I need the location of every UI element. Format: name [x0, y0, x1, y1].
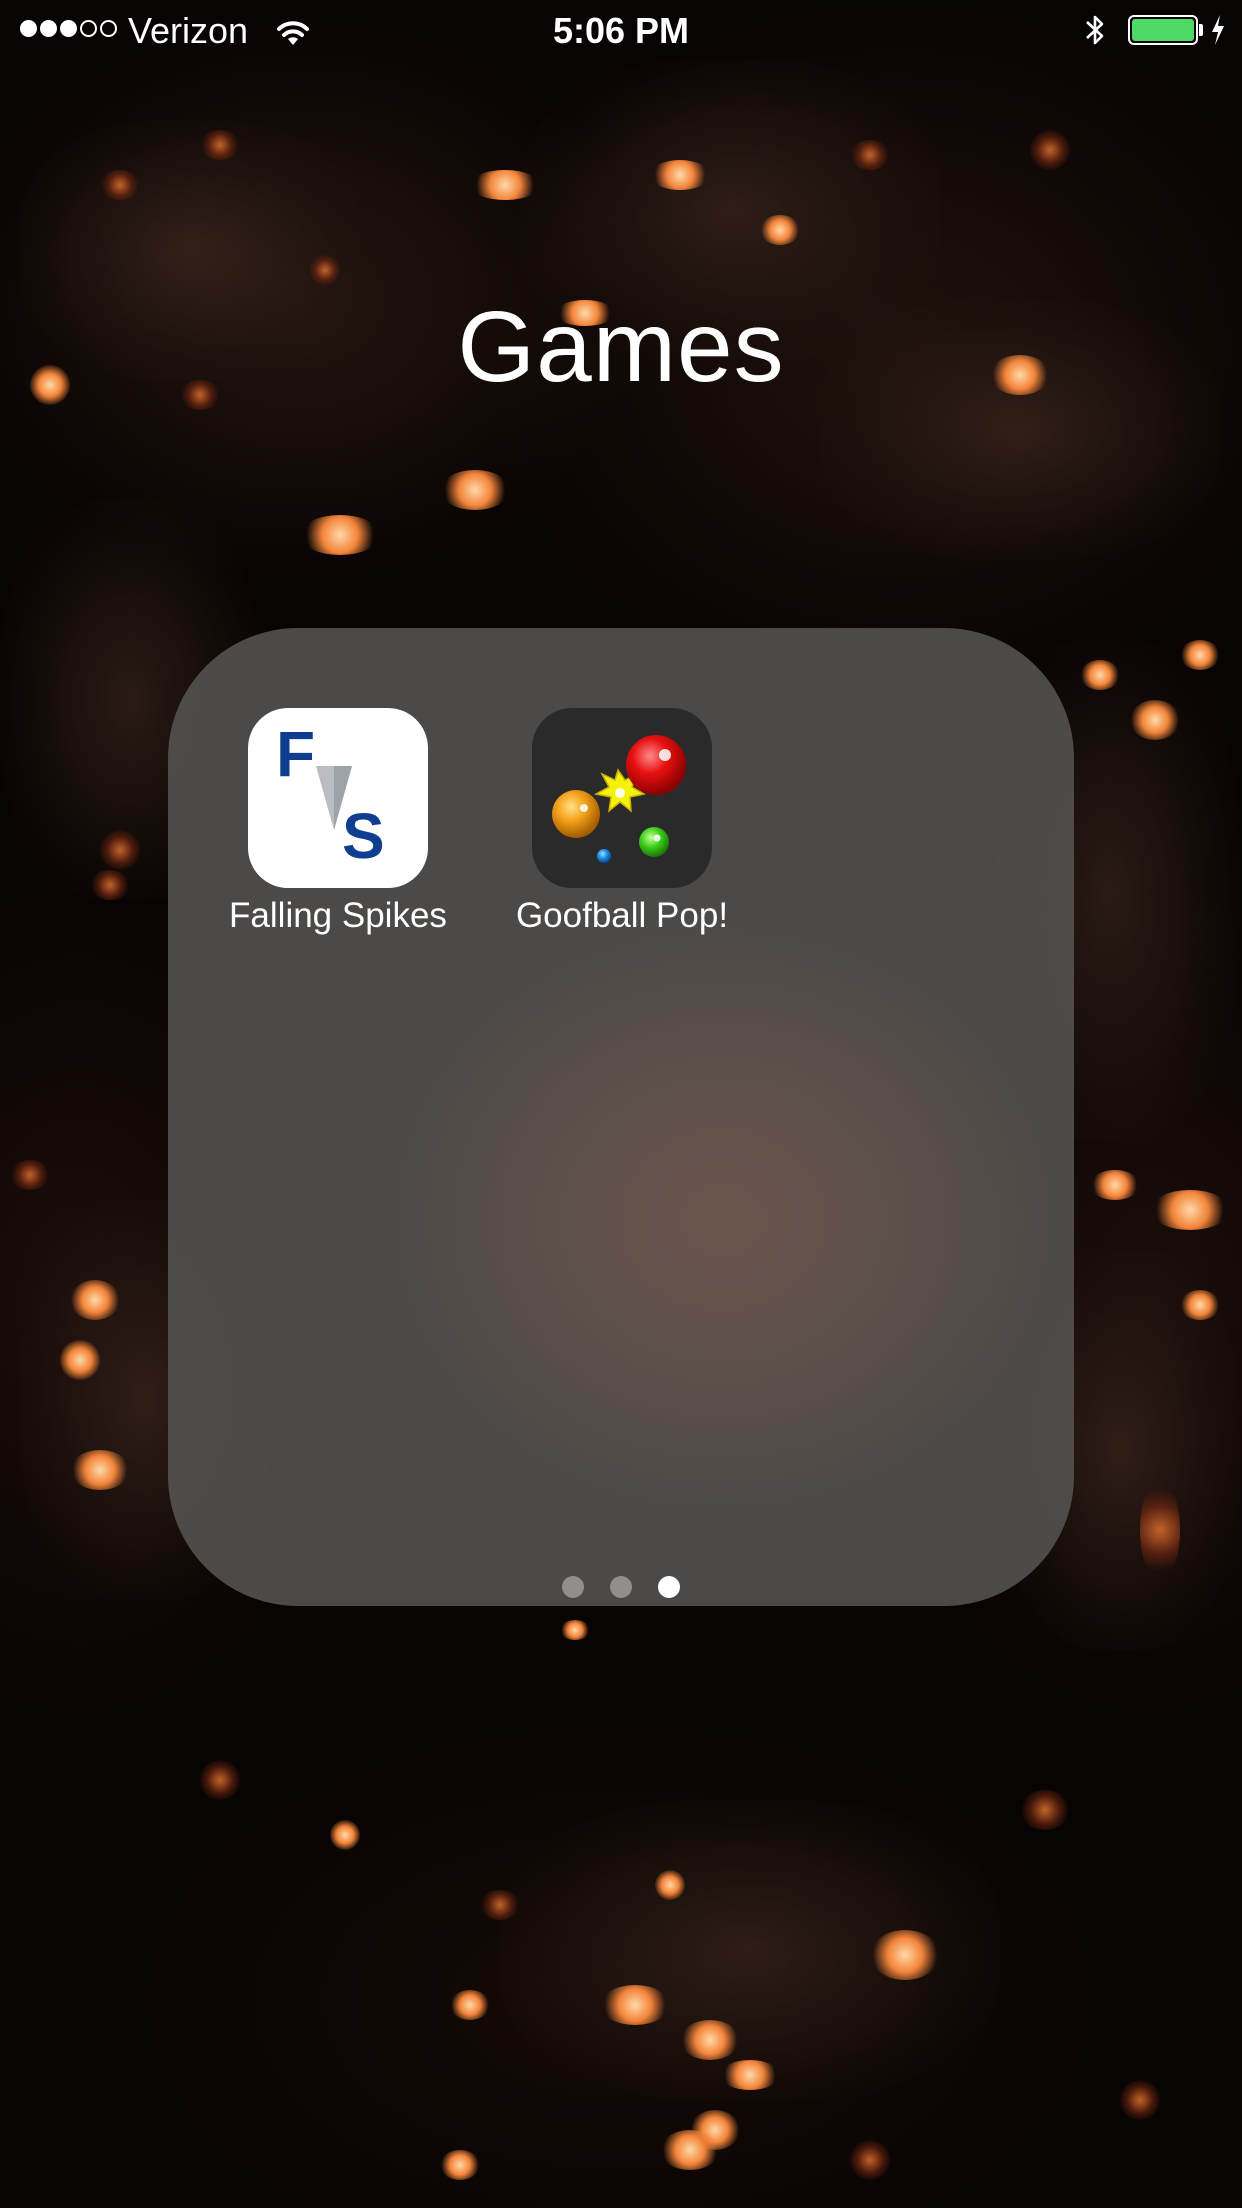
bluetooth-icon — [1082, 12, 1108, 57]
app-goofball-pop[interactable]: Goofball Pop! — [502, 708, 742, 936]
clock: 5:06 PM — [552, 10, 690, 51]
page-control[interactable] — [168, 1576, 1074, 1598]
page-dot[interactable] — [610, 1576, 632, 1598]
svg-text:S: S — [342, 800, 385, 872]
page-dot[interactable] — [562, 1576, 584, 1598]
charging-bolt-icon — [1210, 13, 1226, 55]
status-bar: Verizon 5:06 PM — [0, 0, 1242, 60]
falling-spikes-icon[interactable]: F S — [248, 708, 428, 888]
battery-icon — [1128, 15, 1198, 45]
app-falling-spikes[interactable]: F S Falling Spikes — [218, 708, 458, 936]
battery-tip — [1199, 24, 1203, 36]
app-label: Goofball Pop! — [515, 896, 729, 935]
page-dot-current[interactable] — [658, 1576, 680, 1598]
folder-title[interactable]: Games — [0, 290, 1242, 405]
goofball-pop-icon[interactable] — [532, 708, 712, 888]
svg-text:F: F — [276, 718, 315, 790]
app-label: Falling Spikes — [229, 896, 447, 935]
folder-panel: F S Falling Spikes Goofball Pop! — [168, 628, 1074, 1606]
battery-level — [1132, 19, 1194, 41]
